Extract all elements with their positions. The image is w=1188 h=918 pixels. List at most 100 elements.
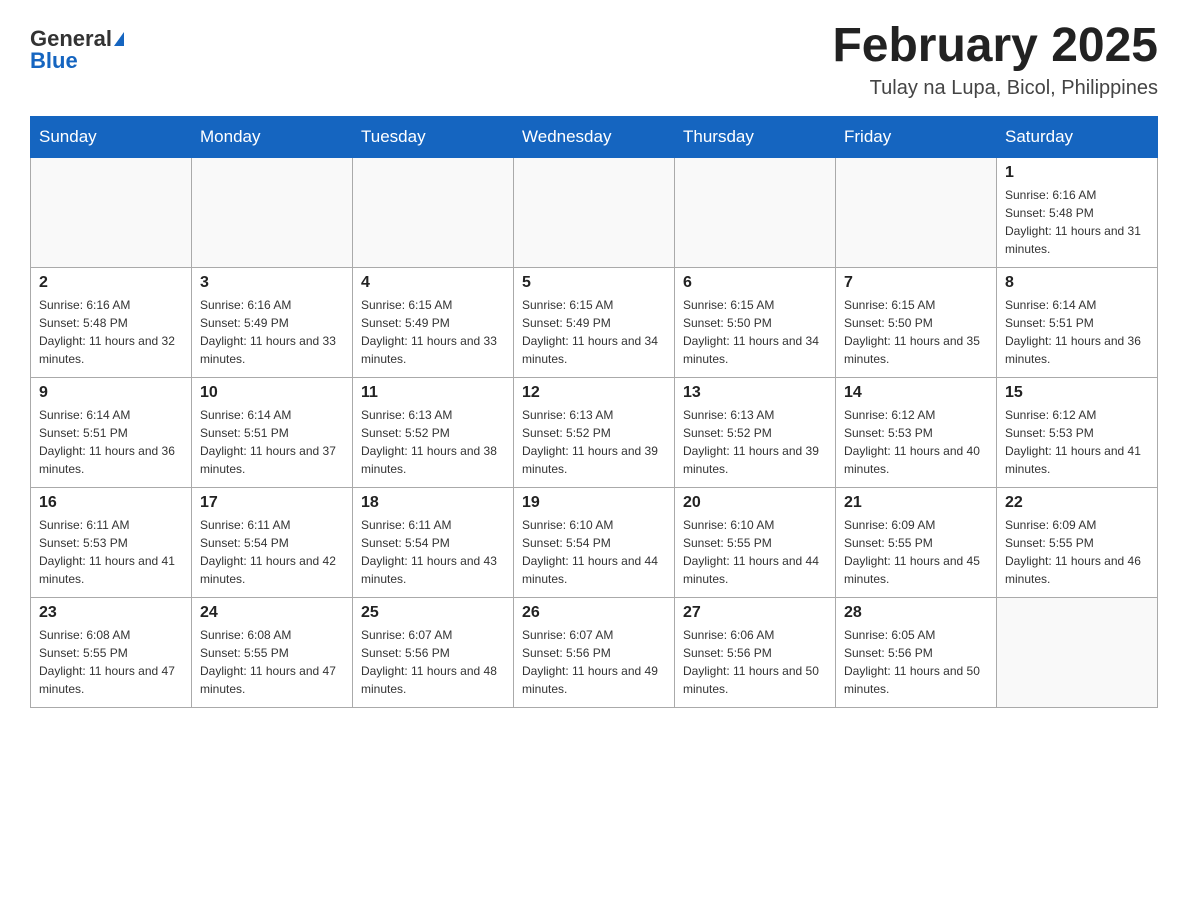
day-number: 14 bbox=[844, 384, 988, 402]
calendar-cell: 28 Sunrise: 6:05 AMSunset: 5:56 PMDayligh… bbox=[836, 597, 997, 707]
day-info: Sunrise: 6:14 AMSunset: 5:51 PMDaylight:… bbox=[1005, 296, 1149, 368]
calendar-cell: 11 Sunrise: 6:13 AMSunset: 5:52 PMDayligh… bbox=[353, 377, 514, 487]
calendar-table: SundayMondayTuesdayWednesdayThursdayFrid… bbox=[30, 116, 1158, 708]
calendar-cell: 1Sunrise: 6:16 AMSunset: 5:48 PMDaylight… bbox=[997, 157, 1158, 267]
day-info: Sunrise: 6:14 AMSunset: 5:51 PMDaylight:… bbox=[200, 406, 344, 478]
day-info: Sunrise: 6:15 AMSunset: 5:50 PMDaylight:… bbox=[844, 296, 988, 368]
logo-triangle-icon bbox=[114, 32, 124, 46]
calendar-cell: 26 Sunrise: 6:07 AMSunset: 5:56 PMDayligh… bbox=[514, 597, 675, 707]
day-info: Sunrise: 6:15 AMSunset: 5:50 PMDaylight:… bbox=[683, 296, 827, 368]
calendar-cell bbox=[997, 597, 1158, 707]
day-number: 20 bbox=[683, 494, 827, 512]
calendar-cell: 4Sunrise: 6:15 AMSunset: 5:49 PMDaylight… bbox=[353, 267, 514, 377]
day-info: Sunrise: 6:16 AMSunset: 5:48 PMDaylight:… bbox=[39, 296, 183, 368]
calendar-cell: 10 Sunrise: 6:14 AMSunset: 5:51 PMDayligh… bbox=[192, 377, 353, 487]
day-number: 24 bbox=[200, 604, 344, 622]
day-info: Sunrise: 6:10 AMSunset: 5:54 PMDaylight:… bbox=[522, 516, 666, 588]
day-number: 16 bbox=[39, 494, 183, 512]
day-number: 10 bbox=[200, 384, 344, 402]
day-number: 6 bbox=[683, 274, 827, 292]
calendar-cell: 24 Sunrise: 6:08 AMSunset: 5:55 PMDayligh… bbox=[192, 597, 353, 707]
calendar-cell: 12Sunrise: 6:13 AMSunset: 5:52 PMDayligh… bbox=[514, 377, 675, 487]
day-number: 4 bbox=[361, 274, 505, 292]
calendar-cell: 23 Sunrise: 6:08 AMSunset: 5:55 PMDayligh… bbox=[31, 597, 192, 707]
calendar-cell bbox=[514, 157, 675, 267]
day-info: Sunrise: 6:12 AMSunset: 5:53 PMDaylight:… bbox=[844, 406, 988, 478]
header-day-tuesday: Tuesday bbox=[353, 116, 514, 157]
day-number: 23 bbox=[39, 604, 183, 622]
day-info: Sunrise: 6:11 AMSunset: 5:54 PMDaylight:… bbox=[361, 516, 505, 588]
day-number: 11 bbox=[361, 384, 505, 402]
day-info: Sunrise: 6:13 AMSunset: 5:52 PMDaylight:… bbox=[361, 406, 505, 478]
day-info: Sunrise: 6:09 AMSunset: 5:55 PMDaylight:… bbox=[1005, 516, 1149, 588]
day-number: 15 bbox=[1005, 384, 1149, 402]
day-info: Sunrise: 6:05 AMSunset: 5:56 PMDaylight:… bbox=[844, 626, 988, 698]
day-number: 9 bbox=[39, 384, 183, 402]
page-header: General Blue February 2025 Tulay na Lupa… bbox=[30, 20, 1158, 100]
calendar-cell: 18 Sunrise: 6:11 AMSunset: 5:54 PMDayligh… bbox=[353, 487, 514, 597]
day-number: 25 bbox=[361, 604, 505, 622]
header-day-friday: Friday bbox=[836, 116, 997, 157]
day-info: Sunrise: 6:06 AMSunset: 5:56 PMDaylight:… bbox=[683, 626, 827, 698]
day-number: 27 bbox=[683, 604, 827, 622]
header-day-wednesday: Wednesday bbox=[514, 116, 675, 157]
calendar-cell bbox=[31, 157, 192, 267]
calendar-cell: 16 Sunrise: 6:11 AMSunset: 5:53 PMDayligh… bbox=[31, 487, 192, 597]
header-day-sunday: Sunday bbox=[31, 116, 192, 157]
day-number: 2 bbox=[39, 274, 183, 292]
calendar-cell: 20 Sunrise: 6:10 AMSunset: 5:55 PMDayligh… bbox=[675, 487, 836, 597]
day-info: Sunrise: 6:12 AMSunset: 5:53 PMDaylight:… bbox=[1005, 406, 1149, 478]
day-number: 12 bbox=[522, 384, 666, 402]
calendar-body: 1 Sunrise: 6:16 AMSunset: 5:48 PMDaylight… bbox=[31, 157, 1158, 707]
calendar-cell bbox=[675, 157, 836, 267]
day-info: Sunrise: 6:07 AMSunset: 5:56 PMDaylight:… bbox=[522, 626, 666, 698]
header-day-saturday: Saturday bbox=[997, 116, 1158, 157]
header-row: SundayMondayTuesdayWednesdayThursdayFrid… bbox=[31, 116, 1158, 157]
day-info: Sunrise: 6:09 AMSunset: 5:55 PMDaylight:… bbox=[844, 516, 988, 588]
day-number: 1 bbox=[1005, 164, 1149, 182]
calendar-cell: 2 Sunrise: 6:16 AMSunset: 5:48 PMDaylight… bbox=[31, 267, 192, 377]
day-number: 5 bbox=[522, 274, 666, 292]
month-title: February 2025 bbox=[832, 20, 1158, 73]
day-info: Sunrise: 6:13 AMSunset: 5:52 PMDaylight:… bbox=[683, 406, 827, 478]
day-info: Sunrise: 6:08 AMSunset: 5:55 PMDaylight:… bbox=[200, 626, 344, 698]
calendar-cell: 21 Sunrise: 6:09 AMSunset: 5:55 PMDayligh… bbox=[836, 487, 997, 597]
calendar-week-row: 9 Sunrise: 6:14 AMSunset: 5:51 PMDaylight… bbox=[31, 377, 1158, 487]
calendar-cell: 25 Sunrise: 6:07 AMSunset: 5:56 PMDayligh… bbox=[353, 597, 514, 707]
calendar-cell: 15 Sunrise: 6:12 AMSunset: 5:53 PMDayligh… bbox=[997, 377, 1158, 487]
calendar-cell bbox=[353, 157, 514, 267]
calendar-week-row: 2 Sunrise: 6:16 AMSunset: 5:48 PMDaylight… bbox=[31, 267, 1158, 377]
logo-general-text: General bbox=[30, 28, 112, 50]
calendar-cell: 22 Sunrise: 6:09 AMSunset: 5:55 PMDayligh… bbox=[997, 487, 1158, 597]
day-info: Sunrise: 6:15 AMSunset: 5:49 PMDaylight:… bbox=[522, 296, 666, 368]
day-info: Sunrise: 6:10 AMSunset: 5:55 PMDaylight:… bbox=[683, 516, 827, 588]
day-info: Sunrise: 6:11 AMSunset: 5:53 PMDaylight:… bbox=[39, 516, 183, 588]
location-title: Tulay na Lupa, Bicol, Philippines bbox=[832, 77, 1158, 100]
calendar-cell: 9 Sunrise: 6:14 AMSunset: 5:51 PMDaylight… bbox=[31, 377, 192, 487]
calendar-cell: 5 Sunrise: 6:15 AMSunset: 5:49 PMDaylight… bbox=[514, 267, 675, 377]
calendar-cell: 8Sunrise: 6:14 AMSunset: 5:51 PMDaylight… bbox=[997, 267, 1158, 377]
day-info: Sunrise: 6:14 AMSunset: 5:51 PMDaylight:… bbox=[39, 406, 183, 478]
calendar-cell: 13 Sunrise: 6:13 AMSunset: 5:52 PMDayligh… bbox=[675, 377, 836, 487]
calendar-header: SundayMondayTuesdayWednesdayThursdayFrid… bbox=[31, 116, 1158, 157]
day-info: Sunrise: 6:07 AMSunset: 5:56 PMDaylight:… bbox=[361, 626, 505, 698]
header-day-thursday: Thursday bbox=[675, 116, 836, 157]
day-number: 28 bbox=[844, 604, 988, 622]
day-number: 22 bbox=[1005, 494, 1149, 512]
day-info: Sunrise: 6:08 AMSunset: 5:55 PMDaylight:… bbox=[39, 626, 183, 698]
day-number: 21 bbox=[844, 494, 988, 512]
day-number: 26 bbox=[522, 604, 666, 622]
calendar-cell: 19Sunrise: 6:10 AMSunset: 5:54 PMDayligh… bbox=[514, 487, 675, 597]
calendar-cell bbox=[192, 157, 353, 267]
calendar-cell: 3Sunrise: 6:16 AMSunset: 5:49 PMDaylight… bbox=[192, 267, 353, 377]
day-number: 18 bbox=[361, 494, 505, 512]
day-number: 13 bbox=[683, 384, 827, 402]
header-day-monday: Monday bbox=[192, 116, 353, 157]
title-area: February 2025 Tulay na Lupa, Bicol, Phil… bbox=[832, 20, 1158, 100]
day-number: 17 bbox=[200, 494, 344, 512]
logo-blue-text: Blue bbox=[30, 50, 78, 72]
calendar-cell: 6 Sunrise: 6:15 AMSunset: 5:50 PMDaylight… bbox=[675, 267, 836, 377]
logo: General Blue bbox=[30, 20, 124, 72]
day-info: Sunrise: 6:16 AMSunset: 5:49 PMDaylight:… bbox=[200, 296, 344, 368]
calendar-week-row: 16 Sunrise: 6:11 AMSunset: 5:53 PMDayligh… bbox=[31, 487, 1158, 597]
